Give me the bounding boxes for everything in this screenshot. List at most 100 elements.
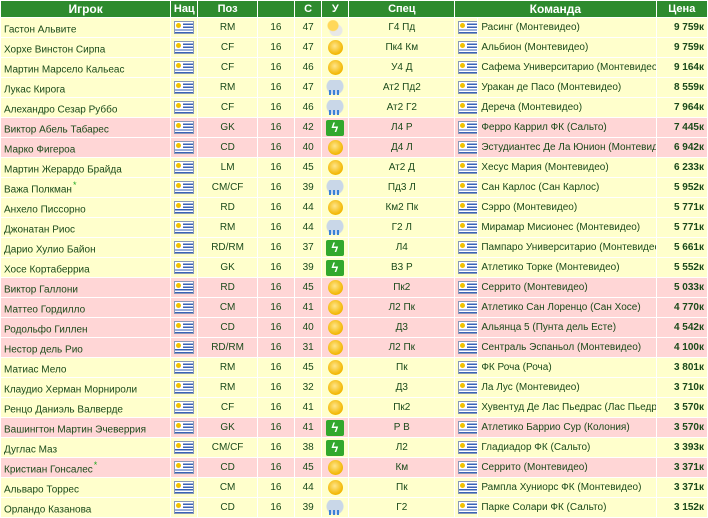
team-name[interactable]: Дереча (Монтевидео) xyxy=(481,102,582,113)
player-name-cell[interactable]: Дарио Хулио Байон xyxy=(1,238,171,257)
team-cell[interactable]: Расинг (Монтевидео) xyxy=(478,18,656,37)
team-cell[interactable]: Сэрро (Монтевидео) xyxy=(478,198,656,217)
team-cell[interactable]: Сафема Университарио (Монтевидео) xyxy=(478,58,656,77)
team-name[interactable]: Сафема Университарио (Монтевидео) xyxy=(481,62,655,73)
team-name[interactable]: Серрито (Монтевидео) xyxy=(481,462,587,473)
player-name[interactable]: Джонатан Риос xyxy=(4,224,75,235)
player-name[interactable]: Виктор Галлони xyxy=(4,284,78,295)
col-player-header[interactable]: Игрок xyxy=(1,1,171,17)
player-name-cell[interactable]: Клаудио Херман Морнироли xyxy=(1,378,171,397)
player-name[interactable]: Клаудио Херман Морнироли xyxy=(4,384,137,395)
col-spec-header[interactable]: Спец xyxy=(349,1,455,17)
player-name[interactable]: Дуглас Маз xyxy=(4,444,57,455)
player-name[interactable]: Хосе Кортаберриа xyxy=(4,264,90,275)
player-name-cell[interactable]: Гастон Альвите xyxy=(1,18,171,37)
team-cell[interactable]: Ферро Каррил ФК (Сальто) xyxy=(478,118,656,137)
player-name[interactable]: Мартин Жерардо Брайда xyxy=(4,164,122,175)
team-name[interactable]: Ферро Каррил ФК (Сальто) xyxy=(481,122,606,133)
player-name-cell[interactable]: Важа Полкман* xyxy=(1,178,171,197)
team-cell[interactable]: Рампла Хуниорс ФК (Монтевидео) xyxy=(478,478,656,497)
player-name[interactable]: Родольфо Гиллен xyxy=(4,324,88,335)
team-name[interactable]: Хувентуд Де Лас Пьедрас (Лас Пьедрас) xyxy=(481,402,655,413)
team-name[interactable]: Сан Карлос (Сан Карлос) xyxy=(481,182,599,193)
player-name-cell[interactable]: Анхело Писсорно xyxy=(1,198,171,217)
team-name[interactable]: Альянца 5 (Пунта дель Есте) xyxy=(481,322,616,333)
team-name[interactable]: Эстудиантес Де Ла Юнион (Монтевидео) xyxy=(481,142,655,153)
player-name[interactable]: Кристиан Гонсалес xyxy=(4,464,93,475)
team-cell[interactable]: Хувентуд Де Лас Пьедрас (Лас Пьедрас) xyxy=(478,398,656,417)
team-cell[interactable]: Гладиадор ФК (Сальто) xyxy=(478,438,656,457)
player-name[interactable]: Маттео Гордилло xyxy=(4,304,85,315)
player-name-cell[interactable]: Дуглас Маз xyxy=(1,438,171,457)
player-name-cell[interactable]: Лукас Кирога xyxy=(1,78,171,97)
col-price-header[interactable]: Цена xyxy=(656,1,707,17)
col-age-header[interactable] xyxy=(257,1,295,17)
player-name-cell[interactable]: Хорхе Винстон Сирпа xyxy=(1,38,171,57)
player-name[interactable]: Важа Полкман xyxy=(4,184,72,195)
team-name[interactable]: Парке Солари ФК (Сальто) xyxy=(481,502,606,513)
team-cell[interactable]: Хесус Мария (Монтевидео) xyxy=(478,158,656,177)
player-name[interactable]: Лукас Кирога xyxy=(4,84,65,95)
team-name[interactable]: Атлетико Торке (Монтевидео) xyxy=(481,262,619,273)
player-name-cell[interactable]: Вашингтон Мартин Эчеверрия xyxy=(1,418,171,437)
player-name-cell[interactable]: Джонатан Риос xyxy=(1,218,171,237)
player-name-cell[interactable]: Матиас Мело xyxy=(1,358,171,377)
player-name[interactable]: Алехандро Сезар Руббо xyxy=(4,104,117,115)
player-name[interactable]: Альваро Торрес xyxy=(4,484,79,495)
player-name-cell[interactable]: Мартин Жерардо Брайда xyxy=(1,158,171,177)
team-cell[interactable]: Серрито (Монтевидео) xyxy=(478,458,656,477)
player-name-cell[interactable]: Маттео Гордилло xyxy=(1,298,171,317)
player-name-cell[interactable]: Родольфо Гиллен xyxy=(1,318,171,337)
team-cell[interactable]: Сан Карлос (Сан Карлос) xyxy=(478,178,656,197)
player-name[interactable]: Марко Фигероа xyxy=(4,144,75,155)
col-pos-header[interactable]: Поз xyxy=(198,1,257,17)
player-name[interactable]: Ренцо Даниэль Валверде xyxy=(4,404,123,415)
team-cell[interactable]: Уракан де Пасо (Монтевидео) xyxy=(478,78,656,97)
team-name[interactable]: Мирамар Мисионес (Монтевидео) xyxy=(481,222,640,233)
player-name-cell[interactable]: Ренцо Даниэль Валверде xyxy=(1,398,171,417)
player-name-cell[interactable]: Хосе Кортаберриа xyxy=(1,258,171,277)
team-name[interactable]: Уракан де Пасо (Монтевидео) xyxy=(481,82,621,93)
team-cell[interactable]: Мирамар Мисионес (Монтевидео) xyxy=(478,218,656,237)
team-name[interactable]: Рампла Хуниорс ФК (Монтевидео) xyxy=(481,482,641,493)
player-name[interactable]: Вашингтон Мартин Эчеверрия xyxy=(4,424,146,435)
player-name-cell[interactable]: Виктор Абель Табарес xyxy=(1,118,171,137)
player-name-cell[interactable]: Мартин Марсело Кальеас xyxy=(1,58,171,77)
team-name[interactable]: ФК Роча (Роча) xyxy=(481,362,551,373)
player-name[interactable]: Матиас Мело xyxy=(4,364,66,375)
team-name[interactable]: Хесус Мария (Монтевидео) xyxy=(481,162,608,173)
team-name[interactable]: Сентраль Эспаньол (Монтевидео) xyxy=(481,342,641,353)
col-nat-header[interactable]: Нац xyxy=(171,1,198,17)
team-name[interactable]: Расинг (Монтевидео) xyxy=(481,22,580,33)
col-u-header[interactable]: У xyxy=(322,1,349,17)
team-cell[interactable]: Альбион (Монтевидео) xyxy=(478,38,656,57)
team-name[interactable]: Ла Лус (Монтевидео) xyxy=(481,382,579,393)
team-cell[interactable]: Атлетико Баррио Сур (Колония) xyxy=(478,418,656,437)
player-name[interactable]: Мартин Марсело Кальеас xyxy=(4,64,124,75)
team-cell[interactable]: Эстудиантес Де Ла Юнион (Монтевидео) xyxy=(478,138,656,157)
team-name[interactable]: Альбион (Монтевидео) xyxy=(481,42,588,53)
team-cell[interactable]: ФК Роча (Роча) xyxy=(478,358,656,377)
player-name[interactable]: Анхело Писсорно xyxy=(4,204,86,215)
team-cell[interactable]: Парке Солари ФК (Сальто) xyxy=(478,498,656,517)
team-cell[interactable]: Серрито (Монтевидео) xyxy=(478,278,656,297)
player-name-cell[interactable]: Орландо Казанова xyxy=(1,498,171,517)
player-name-cell[interactable]: Марко Фигероа xyxy=(1,138,171,157)
player-name[interactable]: Гастон Альвите xyxy=(4,24,76,35)
col-s-header[interactable]: С xyxy=(295,1,322,17)
player-name-cell[interactable]: Алехандро Сезар Руббо xyxy=(1,98,171,117)
player-name[interactable]: Дарио Хулио Байон xyxy=(4,244,96,255)
player-name[interactable]: Виктор Абель Табарес xyxy=(4,124,109,135)
player-name[interactable]: Нестор дель Рио xyxy=(4,344,83,355)
team-cell[interactable]: Ла Лус (Монтевидео) xyxy=(478,378,656,397)
player-name-cell[interactable]: Нестор дель Рио xyxy=(1,338,171,357)
team-name[interactable]: Серрито (Монтевидео) xyxy=(481,282,587,293)
team-name[interactable]: Пампаро Университарио (Монтевидео) xyxy=(481,242,655,253)
player-name-cell[interactable]: Альваро Торрес xyxy=(1,478,171,497)
team-name[interactable]: Атлетико Баррио Сур (Колония) xyxy=(481,422,629,433)
player-name-cell[interactable]: Кристиан Гонсалес* xyxy=(1,458,171,477)
team-name[interactable]: Гладиадор ФК (Сальто) xyxy=(481,442,590,453)
team-name[interactable]: Атлетико Сан Лоренцо (Сан Хосе) xyxy=(481,302,640,313)
team-cell[interactable]: Сентраль Эспаньол (Монтевидео) xyxy=(478,338,656,357)
col-team-header[interactable]: Команда xyxy=(455,1,656,17)
